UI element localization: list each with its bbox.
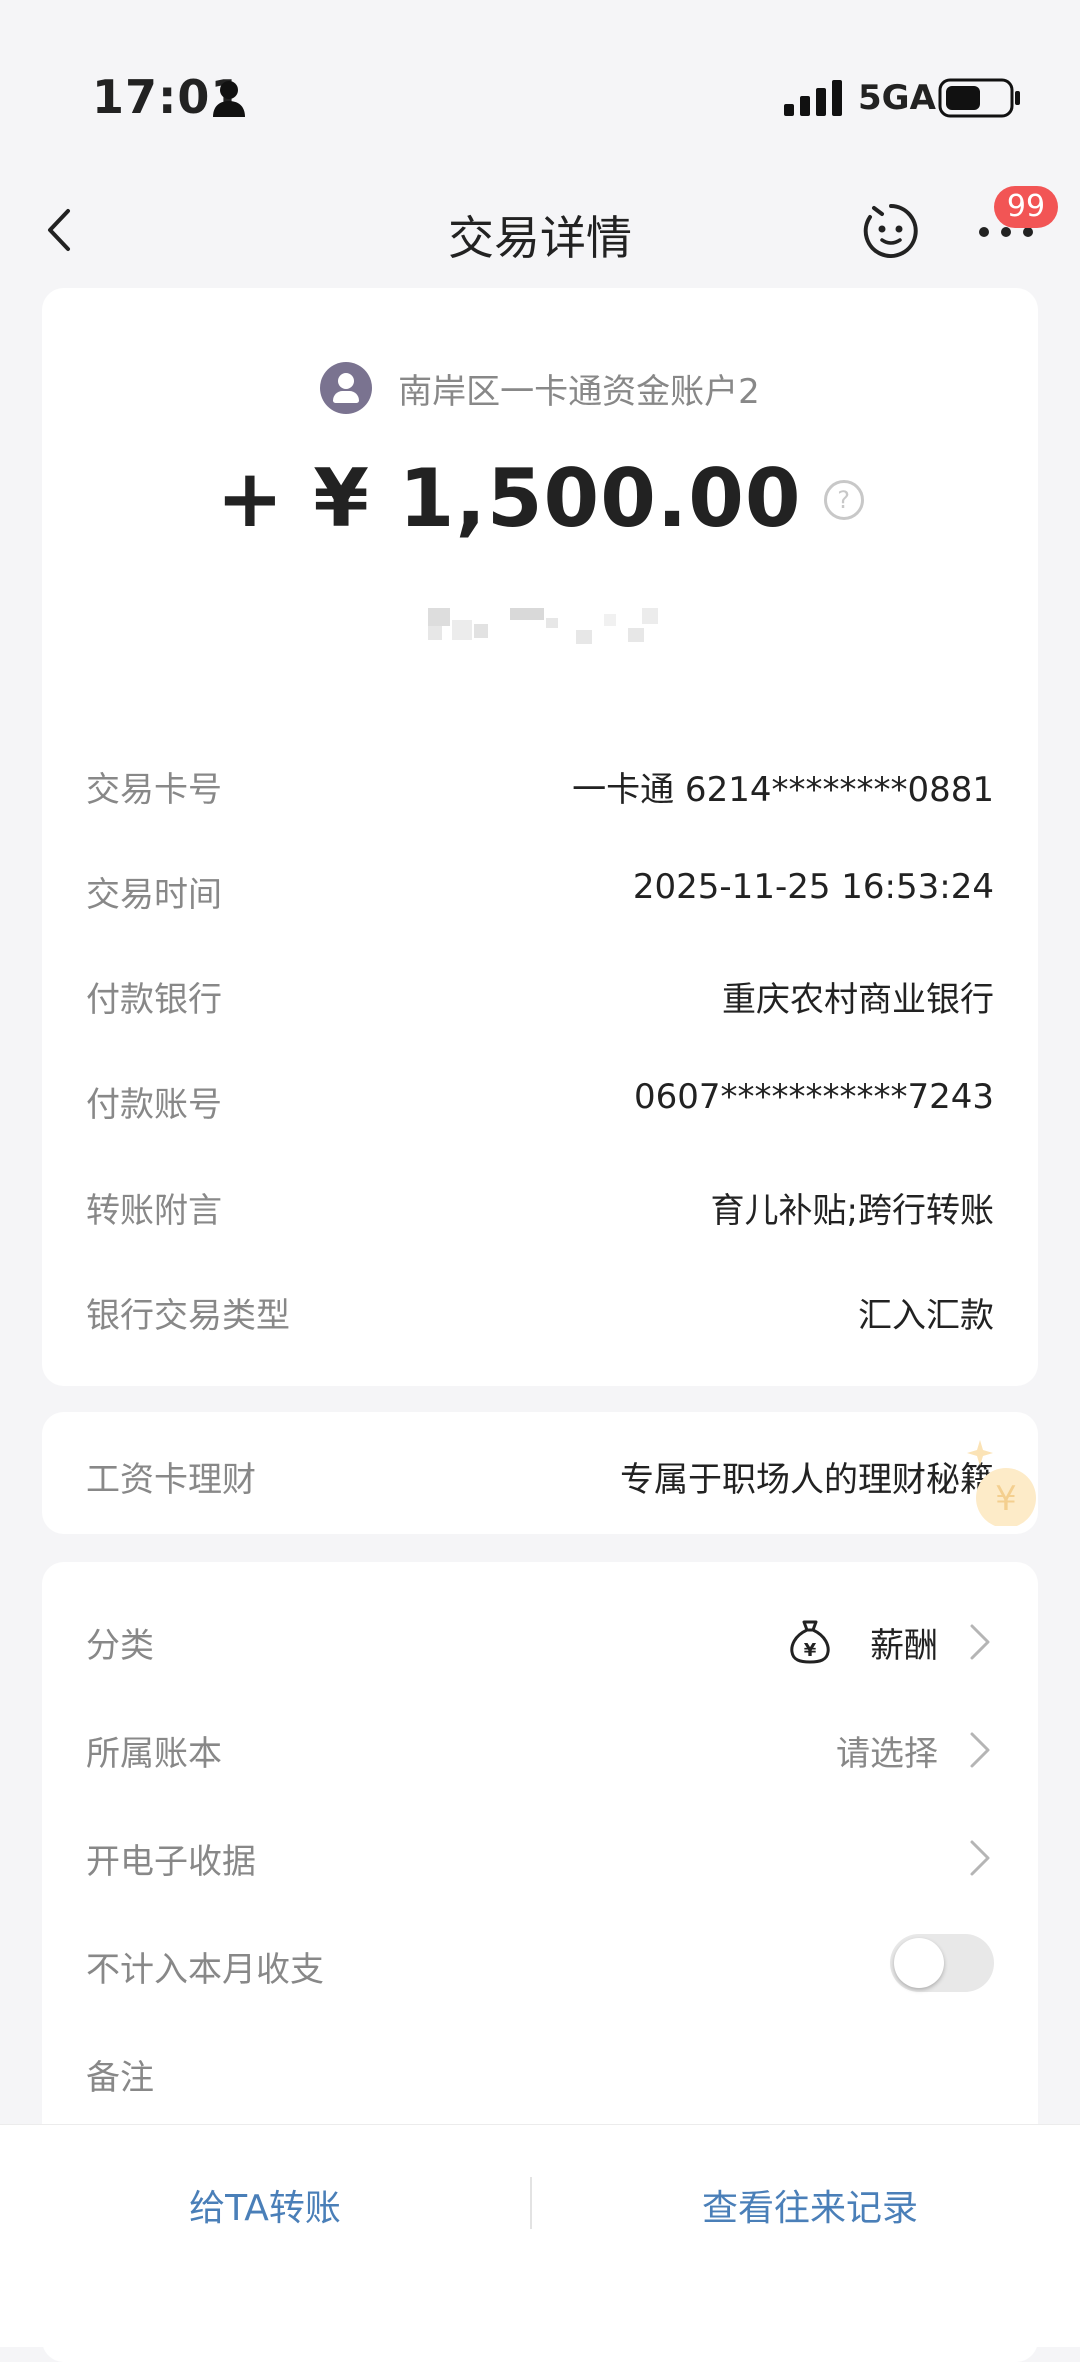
detail-row-type: 银行交易类型 汇入汇款 bbox=[86, 1280, 994, 1340]
bottom-action-bar: 给TA转账 查看往来记录 bbox=[0, 2124, 1080, 2347]
exclude-label: 不计入本月收支 bbox=[86, 1950, 324, 1990]
detail-label: 交易时间 bbox=[86, 875, 222, 915]
exclude-row: 不计入本月收支 bbox=[86, 1928, 994, 1998]
detail-value: 重庆农村商业银行 bbox=[722, 980, 994, 1020]
detail-label: 银行交易类型 bbox=[86, 1296, 290, 1336]
promo-card[interactable]: 工资卡理财 专属于职场人的理财秘籍 ¥ bbox=[42, 1412, 1038, 1534]
help-icon[interactable]: ? bbox=[823, 480, 864, 520]
bottom-divider bbox=[530, 2177, 532, 2229]
svg-text:¥: ¥ bbox=[995, 1479, 1017, 1519]
detail-label: 交易卡号 bbox=[86, 770, 222, 810]
detail-row-remark: 转账附言 育儿补贴;跨行转账 bbox=[86, 1175, 994, 1235]
transaction-amount: + ¥ 1,500.00 bbox=[216, 451, 802, 545]
signal-icon bbox=[784, 80, 842, 116]
robot-assistant-icon[interactable] bbox=[862, 202, 920, 260]
detail-value: 一卡通 6214********0881 bbox=[572, 770, 994, 810]
detail-row-payer-account: 付款账号 0607***********7243 bbox=[86, 1069, 994, 1129]
status-bar: 17:01 5GA bbox=[0, 0, 1080, 150]
note-label: 备注 bbox=[86, 2058, 154, 2098]
chevron-right-icon bbox=[970, 1732, 990, 1768]
note-row[interactable]: 备注 bbox=[86, 2036, 994, 2106]
blurred-counterparty bbox=[428, 604, 728, 644]
network-label: 5GA bbox=[858, 78, 936, 118]
amount-row: + ¥ 1,500.00 ? bbox=[42, 448, 1038, 548]
person-icon bbox=[213, 81, 245, 117]
money-bag-icon: ¥ bbox=[790, 1620, 830, 1664]
detail-row-payer-bank: 付款银行 重庆农村商业银行 bbox=[86, 964, 994, 1024]
transfer-button[interactable]: 给TA转账 bbox=[0, 2169, 530, 2249]
category-value: 薪酬 bbox=[870, 1626, 938, 1666]
account-row: 南岸区一卡通资金账户2 bbox=[42, 360, 1038, 416]
chevron-right-icon bbox=[970, 1840, 990, 1876]
nav-bar: 交易详情 99 bbox=[0, 180, 1080, 280]
category-label: 分类 bbox=[86, 1626, 154, 1666]
detail-label: 转账附言 bbox=[86, 1191, 222, 1231]
svg-text:¥: ¥ bbox=[804, 1640, 817, 1661]
detail-row-time: 交易时间 2025-11-25 16:53:24 bbox=[86, 859, 994, 919]
detail-value: 育儿补贴;跨行转账 bbox=[710, 1191, 994, 1231]
exclude-toggle[interactable] bbox=[890, 1934, 994, 1992]
detail-label: 付款账号 bbox=[86, 1085, 222, 1125]
history-button[interactable]: 查看往来记录 bbox=[540, 2169, 1080, 2249]
category-row[interactable]: 分类 ¥ 薪酬 bbox=[86, 1604, 994, 1674]
detail-label: 付款银行 bbox=[86, 980, 222, 1020]
ledger-value: 请选择 bbox=[836, 1734, 938, 1774]
toggle-knob bbox=[894, 1938, 944, 1988]
ledger-label: 所属账本 bbox=[86, 1734, 222, 1774]
detail-value: 2025-11-25 16:53:24 bbox=[632, 867, 994, 907]
account-name: 南岸区一卡通资金账户2 bbox=[398, 371, 760, 412]
chevron-right-icon bbox=[970, 1624, 990, 1660]
notification-badge: 99 bbox=[994, 186, 1058, 228]
promo-value: 专属于职场人的理财秘籍 bbox=[620, 1460, 994, 1500]
ledger-row[interactable]: 所属账本 请选择 bbox=[86, 1712, 994, 1782]
detail-row-card-number: 交易卡号 一卡通 6214********0881 bbox=[86, 754, 994, 814]
avatar bbox=[320, 362, 373, 414]
detail-value: 0607***********7243 bbox=[633, 1077, 994, 1117]
receipt-label: 开电子收据 bbox=[86, 1842, 256, 1882]
detail-value: 汇入汇款 bbox=[858, 1296, 994, 1336]
battery-icon bbox=[938, 78, 1020, 118]
receipt-row[interactable]: 开电子收据 bbox=[86, 1820, 994, 1890]
transaction-card: 南岸区一卡通资金账户2 + ¥ 1,500.00 ? 交易卡号 一卡通 6214… bbox=[42, 288, 1038, 1386]
back-icon[interactable] bbox=[40, 205, 80, 255]
coin-sparkle-icon: ¥ bbox=[967, 1440, 1036, 1526]
promo-label: 工资卡理财 bbox=[86, 1460, 256, 1500]
